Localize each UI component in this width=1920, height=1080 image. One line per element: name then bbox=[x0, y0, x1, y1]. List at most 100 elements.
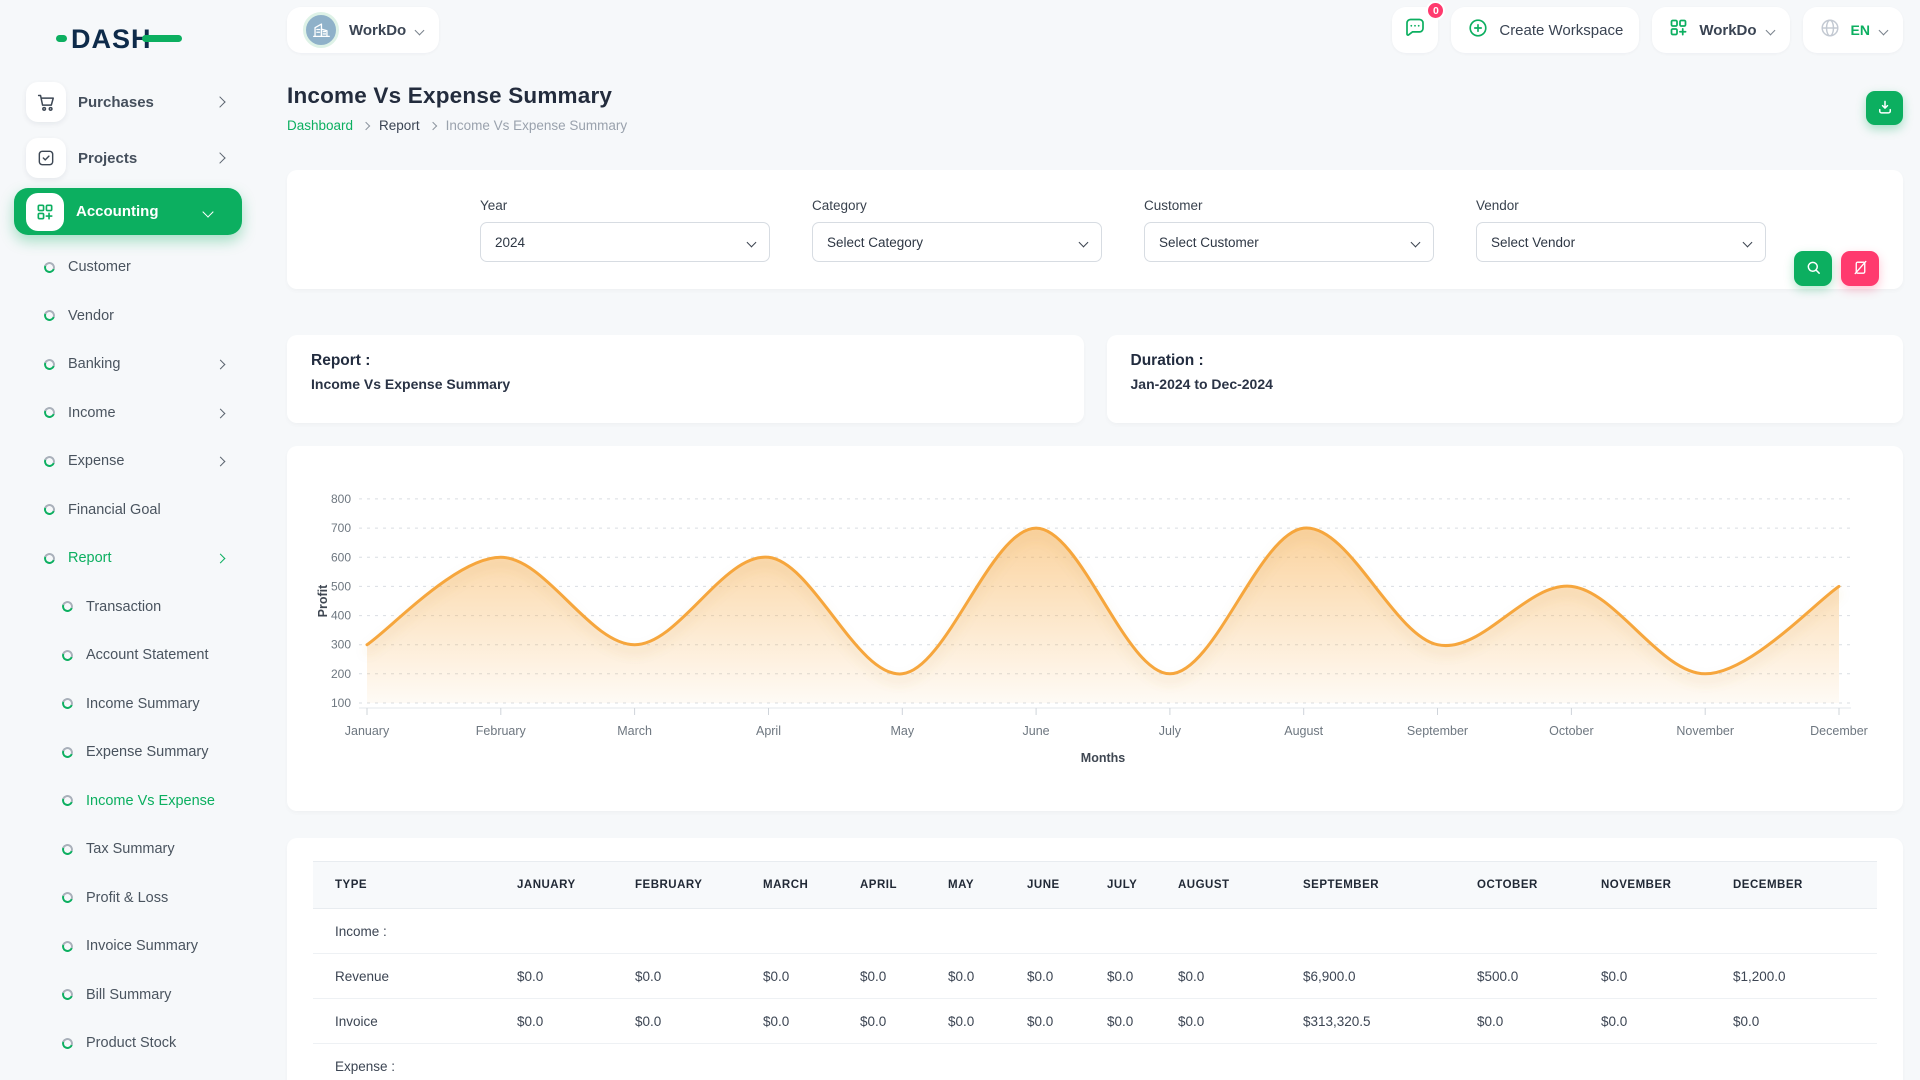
cell-value: $0.0 bbox=[1107, 954, 1178, 999]
sidebar-item-account-statement[interactable]: Account Statement bbox=[0, 631, 256, 680]
vendor-label: Vendor bbox=[1476, 198, 1766, 213]
topbar: WorkDo 0 bbox=[256, 0, 1920, 53]
bullet-icon bbox=[42, 260, 57, 275]
sidebar-item-bill-summary[interactable]: Bill Summary bbox=[0, 971, 256, 1020]
cell-value: $0.0 bbox=[1178, 954, 1303, 999]
svg-text:April: April bbox=[756, 724, 781, 738]
bullet-icon bbox=[42, 502, 57, 517]
sidebar-item-purchases[interactable]: Purchases bbox=[0, 74, 256, 130]
cell-value: $6,900.0 bbox=[1303, 954, 1477, 999]
sidebar-item-transaction[interactable]: Transaction bbox=[0, 583, 256, 632]
column-header: AUGUST bbox=[1178, 862, 1303, 909]
category-select[interactable]: Select Category bbox=[812, 222, 1102, 262]
cell-value: $0.0 bbox=[1178, 999, 1303, 1044]
breadcrumb-dashboard[interactable]: Dashboard bbox=[287, 118, 353, 133]
sidebar-item-label: Product Stock bbox=[86, 1035, 176, 1051]
svg-text:February: February bbox=[476, 724, 527, 738]
create-workspace-button[interactable]: Create Workspace bbox=[1451, 7, 1639, 53]
download-button[interactable] bbox=[1866, 91, 1903, 125]
sidebar-item-income[interactable]: Income bbox=[0, 389, 256, 438]
column-header: NOVEMBER bbox=[1601, 862, 1733, 909]
section-label: Expense : bbox=[313, 1044, 517, 1080]
customer-filter-field: CustomerSelect Customer bbox=[1144, 198, 1434, 289]
year-label: Year bbox=[480, 198, 770, 213]
sidebar-item-label: Financial Goal bbox=[68, 502, 161, 518]
cell-value: $0.0 bbox=[763, 954, 860, 999]
sidebar-item-expense[interactable]: Expense bbox=[0, 437, 256, 486]
svg-text:October: October bbox=[1549, 724, 1593, 738]
duration-card-title: Duration : bbox=[1131, 352, 1880, 370]
sidebar-item-financial-goal[interactable]: Financial Goal bbox=[0, 486, 256, 535]
apply-filter-button[interactable] bbox=[1794, 251, 1832, 286]
column-header: JUNE bbox=[1027, 862, 1107, 909]
chevron-down-icon bbox=[415, 25, 425, 35]
report-card-title: Report : bbox=[311, 352, 1060, 370]
sidebar-item-label: Bill Summary bbox=[86, 987, 171, 1003]
table-row: Invoice$0.0$0.0$0.0$0.0$0.0$0.0$0.0$0.0$… bbox=[313, 999, 1877, 1044]
cell-value: $0.0 bbox=[517, 999, 635, 1044]
report-card-value: Income Vs Expense Summary bbox=[311, 376, 1060, 392]
svg-text:200: 200 bbox=[331, 667, 351, 681]
main-area: WorkDo 0 bbox=[256, 0, 1920, 1080]
sidebar-item-tax-summary[interactable]: Tax Summary bbox=[0, 825, 256, 874]
workdo-menu-button[interactable]: WorkDo bbox=[1652, 7, 1789, 53]
category-icon bbox=[26, 193, 64, 231]
svg-text:400: 400 bbox=[331, 609, 351, 623]
messages-button[interactable]: 0 bbox=[1392, 7, 1438, 53]
year-select[interactable]: 2024 bbox=[480, 222, 770, 262]
category-label: Category bbox=[812, 198, 1102, 213]
reset-filter-button[interactable] bbox=[1841, 251, 1879, 286]
workspace-name: WorkDo bbox=[349, 22, 406, 39]
category-filter-field: Category Select Category bbox=[812, 198, 1102, 289]
svg-text:Profit: Profit bbox=[316, 584, 330, 617]
sidebar-item-accounting[interactable]: Accounting bbox=[14, 188, 242, 235]
sidebar-item-vendor[interactable]: Vendor bbox=[0, 292, 256, 341]
sidebar-item-product-stock[interactable]: Product Stock bbox=[0, 1019, 256, 1068]
table-header-row: TYPEJANUARYFEBRUARYMARCHAPRILMAYJUNEJULY… bbox=[313, 862, 1877, 909]
chevron-down-icon bbox=[1079, 237, 1089, 247]
sidebar-item-customer[interactable]: Customer bbox=[0, 243, 256, 292]
sidebar-item-banking[interactable]: Banking bbox=[0, 340, 256, 389]
sidebar-item-profit-loss[interactable]: Profit & Loss bbox=[0, 874, 256, 923]
workspace-switcher[interactable]: WorkDo bbox=[287, 7, 439, 53]
customer-select[interactable]: Select Customer bbox=[1144, 222, 1434, 262]
sidebar-item-report[interactable]: Report bbox=[0, 534, 256, 583]
breadcrumb-report[interactable]: Report bbox=[379, 118, 420, 133]
vendor-filter-field: Vendor Select Vendor bbox=[1476, 198, 1766, 289]
bullet-icon bbox=[42, 308, 57, 323]
column-header: SEPTEMBER bbox=[1303, 862, 1477, 909]
sidebar-item-label: Accounting bbox=[76, 203, 159, 220]
sidebar-item-expense-summary[interactable]: Expense Summary bbox=[0, 728, 256, 777]
svg-text:August: August bbox=[1284, 724, 1323, 738]
bullet-icon bbox=[42, 551, 57, 566]
column-header: APRIL bbox=[860, 862, 948, 909]
sidebar-item-label: Tax Summary bbox=[86, 841, 175, 857]
cell-value: $0.0 bbox=[1477, 999, 1601, 1044]
sidebar-item-income-vs-expense[interactable]: Income Vs Expense bbox=[0, 777, 256, 826]
cell-value: $1,200.0 bbox=[1733, 954, 1877, 999]
language-selector[interactable]: EN bbox=[1803, 7, 1903, 53]
building-icon bbox=[303, 12, 339, 48]
cart-icon bbox=[26, 82, 66, 122]
cell-value: $0.0 bbox=[1027, 954, 1107, 999]
sidebar-item-invoice-summary[interactable]: Invoice Summary bbox=[0, 922, 256, 971]
filter-fields: Year 2024 Category Select Category CustomerS… bbox=[480, 198, 1766, 289]
section-row: Income : bbox=[313, 909, 1877, 954]
bullet-icon bbox=[60, 745, 75, 760]
row-type: Invoice bbox=[313, 999, 517, 1044]
chevron-down-icon bbox=[1879, 25, 1889, 35]
vendor-select[interactable]: Select Vendor bbox=[1476, 222, 1766, 262]
sidebar-item-label: Purchases bbox=[78, 94, 154, 111]
sidebar: DASH Purchases Projects Accounting Customer… bbox=[0, 0, 256, 1080]
breadcrumb: Dashboard Report Income Vs Expense Summa… bbox=[287, 118, 627, 133]
section-label: Income : bbox=[313, 909, 517, 954]
sidebar-item-projects[interactable]: Projects bbox=[0, 130, 256, 186]
bullet-icon bbox=[42, 405, 57, 420]
cell-value: $0.0 bbox=[763, 999, 860, 1044]
sidebar-item-cash-flow[interactable]: Cash Flow bbox=[0, 1068, 256, 1080]
chevron-down-icon bbox=[747, 237, 757, 247]
column-header: JULY bbox=[1107, 862, 1178, 909]
brand-logo[interactable]: DASH bbox=[56, 20, 256, 56]
report-summary-card: Report : Income Vs Expense Summary bbox=[287, 335, 1084, 423]
sidebar-item-income-summary[interactable]: Income Summary bbox=[0, 680, 256, 729]
